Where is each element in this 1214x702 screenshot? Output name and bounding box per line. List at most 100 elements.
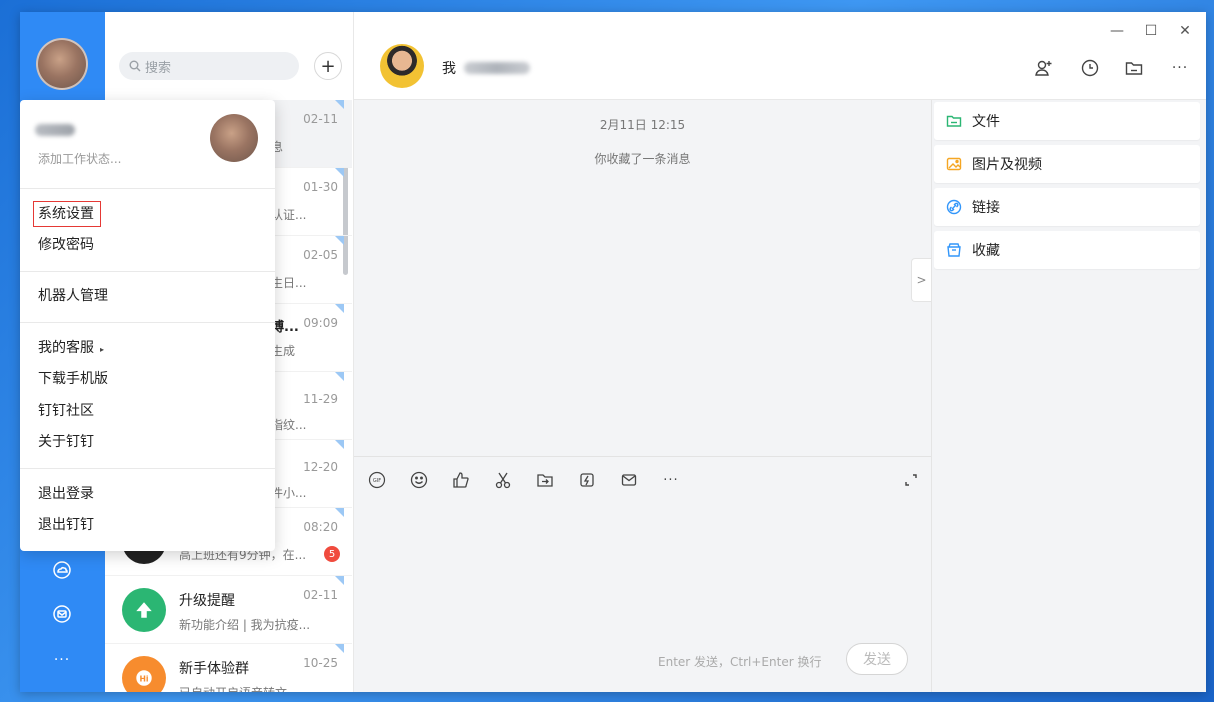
- status-field[interactable]: 添加工作状态...: [38, 150, 121, 167]
- profile-menu: 添加工作状态... 系统设置 修改密码 机器人管理 我的客服 ▸ 下载手机版 钉钉…: [20, 100, 275, 551]
- add-button[interactable]: +: [314, 52, 342, 80]
- mail-icon[interactable]: [50, 602, 74, 626]
- app-window: ··· 搜索 + 02-11 息 01-30 认证... 02-05 生日...…: [20, 12, 1206, 692]
- chat-title: 我: [442, 58, 530, 78]
- item-snippet: 件小...: [271, 486, 307, 500]
- emoji-icon[interactable]: [408, 469, 430, 491]
- blurred-name: [35, 124, 75, 136]
- right-panel-item-media[interactable]: 图片及视频: [934, 145, 1200, 183]
- pin-corner: [335, 508, 344, 517]
- pin-corner: [335, 236, 344, 245]
- pin-corner: [335, 168, 344, 177]
- pin-corner: [335, 304, 344, 313]
- right-panel-item-label: 收藏: [972, 243, 1000, 259]
- item-time: 11-29: [303, 392, 338, 406]
- folder-icon: [946, 115, 962, 127]
- history-icon[interactable]: [1078, 56, 1102, 80]
- right-panel-item-label: 文件: [972, 114, 1000, 130]
- link-icon: [946, 199, 962, 215]
- item-snippet: 新功能介绍 | 我为抗疫...: [179, 618, 311, 632]
- more-icon[interactable]: ···: [50, 648, 74, 672]
- svg-text:Hi: Hi: [139, 674, 148, 683]
- input-hint: Enter 发送，Ctrl+Enter 换行: [658, 655, 822, 669]
- avatar[interactable]: [210, 114, 258, 162]
- favorites-box-icon: [947, 243, 961, 257]
- item-time: 09:09: [303, 316, 338, 330]
- scissors-icon[interactable]: [492, 469, 514, 491]
- chevron-right-icon[interactable]: >: [911, 258, 931, 302]
- pin-corner: [335, 440, 344, 449]
- menu-item-logout[interactable]: 退出登录: [38, 484, 94, 504]
- menu-item-system-settings[interactable]: 系统设置: [33, 201, 101, 227]
- envelope-icon[interactable]: [618, 469, 640, 491]
- menu-item-about[interactable]: 关于钉钉: [38, 432, 94, 452]
- item-name: 升级提醒: [179, 593, 235, 609]
- thumbs-up-icon[interactable]: [450, 469, 472, 491]
- send-button[interactable]: 发送: [846, 643, 908, 675]
- search-input[interactable]: 搜索: [119, 52, 299, 80]
- expand-icon[interactable]: [900, 469, 922, 491]
- right-panel: 文件 图片及视频 链接 收藏: [931, 100, 1206, 692]
- menu-item-change-password[interactable]: 修改密码: [38, 235, 94, 255]
- right-panel-item-favorites[interactable]: 收藏: [934, 231, 1200, 269]
- pin-corner: [335, 372, 344, 381]
- folder-icon[interactable]: [1122, 56, 1146, 80]
- pin-corner: [335, 644, 344, 653]
- divider: [20, 271, 275, 272]
- menu-item-download-mobile[interactable]: 下载手机版: [38, 369, 108, 389]
- menu-item-community[interactable]: 钉钉社区: [38, 401, 94, 421]
- list-item[interactable]: 升级提醒 02-11 新功能介绍 | 我为抗疫...: [105, 576, 352, 644]
- blurred-name: [464, 62, 530, 74]
- divider: [20, 322, 275, 323]
- menu-item-label: 我的客服: [38, 340, 94, 356]
- item-time: 10-25: [303, 656, 338, 670]
- image-icon: [946, 157, 962, 171]
- pin-corner: [335, 100, 344, 109]
- cloud-icon[interactable]: [50, 558, 74, 582]
- folder-send-icon[interactable]: [534, 469, 556, 491]
- item-time: 02-11: [303, 588, 338, 602]
- maximize-button[interactable]: ☐: [1140, 20, 1162, 42]
- composer[interactable]: GIF ··· Enter 发送，Ctrl+Enter 换行 发送: [354, 456, 931, 692]
- divider: [20, 468, 275, 469]
- item-time: 02-11: [303, 112, 338, 126]
- item-snippet: 已自动开启语音转文...: [179, 684, 298, 692]
- upgrade-icon: [122, 588, 166, 632]
- search-placeholder: 搜索: [145, 60, 172, 76]
- right-panel-item-links[interactable]: 链接: [934, 188, 1200, 226]
- list-item[interactable]: Hi 新手体验群 10-25 已自动开启语音转文...: [105, 644, 352, 692]
- right-panel-item-label: 图片及视频: [972, 157, 1042, 173]
- item-time: 02-05: [303, 248, 338, 262]
- menu-item-quit[interactable]: 退出钉钉: [38, 515, 94, 535]
- newbie-group-icon: Hi: [122, 656, 166, 692]
- avatar[interactable]: [380, 44, 424, 88]
- divider: [20, 188, 275, 189]
- system-message: 你收藏了一条消息: [594, 152, 691, 166]
- chat-panel: 我 2月11日 12:15 你收藏了一条消息 > GIF ··· Enter 发…: [354, 12, 1206, 692]
- avatar[interactable]: [36, 38, 88, 90]
- right-panel-item-files[interactable]: 文件: [934, 102, 1200, 140]
- right-panel-item-label: 链接: [972, 200, 1000, 216]
- close-button[interactable]: ✕: [1174, 20, 1196, 42]
- message-date: 2月11日 12:15: [599, 118, 686, 132]
- item-snippet: 指纹...: [271, 418, 307, 432]
- item-time: 08:20: [303, 520, 338, 534]
- chat-title-text: 我: [442, 61, 456, 77]
- item-title: 博...: [271, 320, 299, 335]
- search-icon: [129, 60, 141, 72]
- minimize-button[interactable]: —: [1106, 20, 1128, 42]
- pin-corner: [335, 576, 344, 585]
- more-icon[interactable]: ···: [660, 469, 682, 491]
- add-member-icon[interactable]: [1032, 56, 1056, 80]
- menu-item-my-support[interactable]: 我的客服 ▸: [38, 338, 104, 358]
- menu-item-robot-management[interactable]: 机器人管理: [38, 286, 108, 306]
- item-snippet: 认证...: [271, 208, 307, 222]
- more-icon[interactable]: ···: [1168, 56, 1192, 80]
- gif-icon[interactable]: GIF: [366, 469, 388, 491]
- item-time: 12-20: [303, 460, 338, 474]
- caret-right-icon: ▸: [100, 345, 105, 354]
- flash-icon[interactable]: [576, 469, 598, 491]
- unread-badge: 5: [324, 546, 340, 562]
- item-name: 新手体验群: [179, 661, 249, 677]
- item-time: 01-30: [303, 180, 338, 194]
